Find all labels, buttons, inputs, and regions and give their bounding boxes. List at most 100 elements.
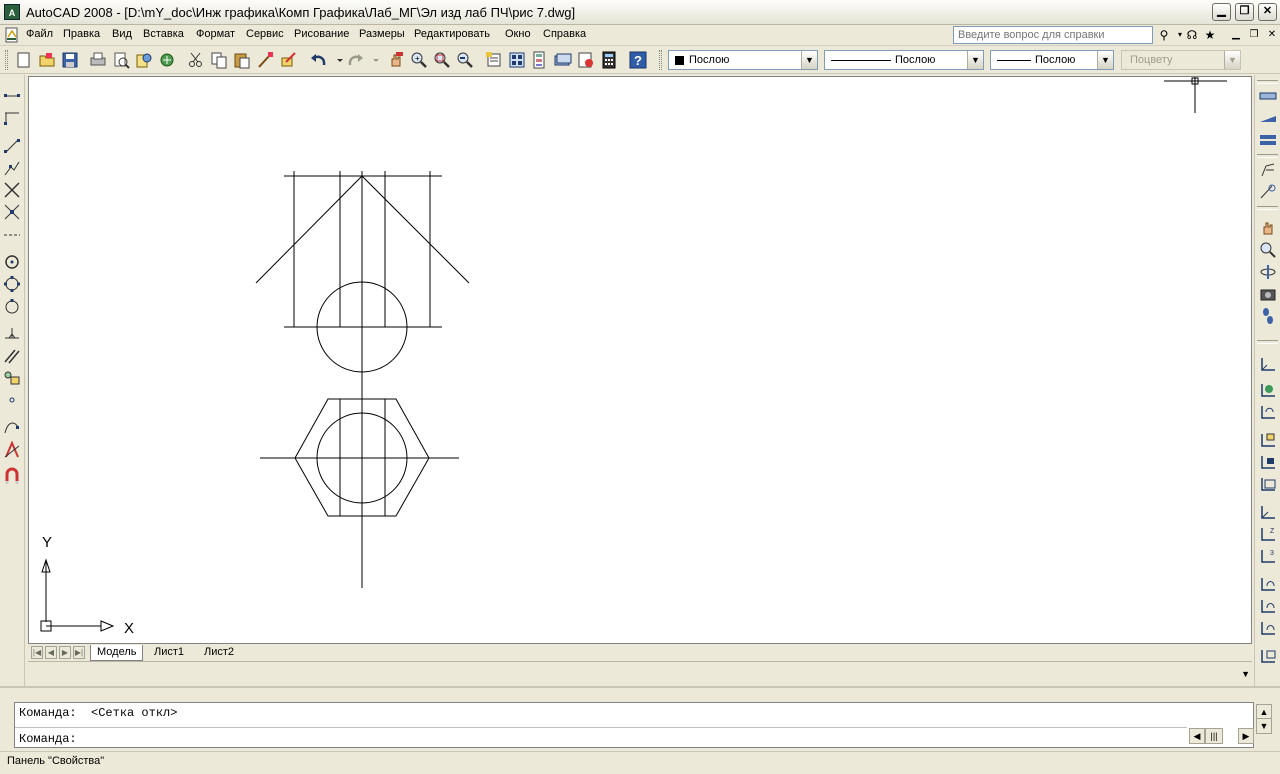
ucs-3point-icon[interactable]: 3 [1258,546,1278,566]
leader-icon[interactable] [1258,160,1278,180]
plot-icon[interactable] [88,50,108,70]
communication-center-icon[interactable]: ☊ [1184,27,1200,43]
menu-help[interactable]: Справка [543,28,586,40]
revision-cloud-icon[interactable] [2,296,22,316]
scroll-down-icon[interactable]: ▼ [1256,718,1272,734]
ucs-face-icon[interactable] [1258,430,1278,450]
menu-modify[interactable]: Редактировать [414,28,490,40]
zoom-realtime-icon[interactable]: + [409,50,429,70]
next-tab-icon[interactable]: ▶ [59,646,71,659]
ucs-icon[interactable] [1258,354,1278,374]
color-dropdown[interactable]: Послою ▼ [668,50,818,70]
publish-icon[interactable] [134,50,154,70]
lineweight-dropdown[interactable]: Послою ▼ [990,50,1114,70]
close-button[interactable]: ✕ [1258,3,1277,21]
arc-icon[interactable] [2,202,22,222]
circle-icon[interactable] [2,252,22,272]
doc-close-button[interactable]: ✕ [1264,27,1280,43]
drawing-document-icon[interactable] [4,27,20,43]
undo-icon[interactable] [309,50,329,70]
copy-icon[interactable] [209,50,229,70]
toolbar-grip[interactable] [659,50,662,70]
menu-file[interactable]: Файл [26,28,53,40]
tab-sheet2[interactable]: Лист2 [198,645,240,661]
menu-dimension[interactable]: Размеры [359,28,405,40]
new-drawing-icon[interactable] [14,50,34,70]
zoom-previous-icon[interactable] [455,50,475,70]
minimize-button[interactable]: ▁ [1212,3,1231,21]
command-box[interactable]: Команда: <Сетка откл> Команда: [14,702,1254,748]
orbit-icon[interactable] [1258,262,1278,282]
quickcalc-icon[interactable] [599,50,619,70]
open-file-icon[interactable] [37,50,57,70]
menu-draw[interactable]: Рисование [294,28,349,40]
properties-icon[interactable] [484,50,504,70]
horizontal-scrollbar[interactable]: ▼ [28,663,1252,683]
last-tab-icon[interactable]: ▶| [73,646,85,659]
doc-restore-button[interactable]: ❐ [1246,27,1262,43]
chevron-down-icon[interactable]: ▼ [967,51,983,69]
pan-realtime-icon[interactable] [386,50,406,70]
search-icon[interactable]: ⚲ [1156,27,1172,43]
toolbar-grip[interactable] [5,50,8,70]
line-icon[interactable] [2,86,22,106]
plot-preview-icon[interactable] [111,50,131,70]
polyline-icon[interactable] [2,136,22,156]
tool-palettes-icon[interactable] [530,50,550,70]
insert-block-icon[interactable] [2,368,22,388]
dashed-line-icon[interactable] [2,225,22,245]
polygon-icon[interactable] [2,158,22,178]
command-prompt[interactable]: Команда: [15,727,1187,748]
help-search-input[interactable] [953,26,1153,44]
menu-format[interactable]: Формат [196,28,235,40]
match-properties-icon[interactable] [255,50,275,70]
ucs-y-rotate-icon[interactable] [1258,596,1278,616]
aligned-dimension-icon[interactable] [1258,108,1278,128]
ucs-world-icon[interactable] [1258,380,1278,400]
scroll-down-icon[interactable]: ▼ [1241,669,1250,679]
baseline-dimension-icon[interactable] [1258,130,1278,150]
design-center-icon[interactable] [507,50,527,70]
tab-sheet1[interactable]: Лист1 [148,645,190,661]
menu-edit[interactable]: Правка [63,28,100,40]
scroll-right-icon[interactable]: ▶ [1238,728,1254,744]
linear-dimension-icon[interactable] [1258,86,1278,106]
chevron-down-icon[interactable]: ▼ [1097,51,1113,69]
ucs-z-rotate-icon[interactable] [1258,618,1278,638]
rectangle-icon[interactable] [2,180,22,200]
camera-icon[interactable] [1258,284,1278,304]
ucs-z-axis-icon[interactable]: Z [1258,524,1278,544]
spline-icon[interactable] [2,417,22,437]
prev-tab-icon[interactable]: ◀ [45,646,57,659]
donut-icon[interactable] [2,274,22,294]
walk-icon[interactable] [1258,306,1278,326]
apply-ucs-icon[interactable] [1258,646,1278,666]
zoom-window-icon[interactable] [432,50,452,70]
cut-icon[interactable] [186,50,206,70]
scroll-thumb[interactable]: ||| [1205,728,1223,744]
tolerance-icon[interactable] [1258,182,1278,202]
markup-set-manager-icon[interactable] [576,50,596,70]
ucs-origin-icon[interactable] [1258,502,1278,522]
ucs-x-rotate-icon[interactable] [1258,574,1278,594]
menu-window[interactable]: Окно [505,28,531,40]
ucs-view-icon[interactable] [1258,474,1278,494]
favorites-star-icon[interactable]: ★ [1202,27,1218,43]
construction-line-icon[interactable] [2,108,22,128]
redo-dropdown-icon[interactable] [366,50,379,70]
help-icon[interactable]: ? [628,50,648,70]
restore-button[interactable]: ❐ [1235,3,1254,21]
menu-tools[interactable]: Сервис [246,28,284,40]
menu-insert[interactable]: Вставка [143,28,184,40]
menu-view[interactable]: Вид [112,28,132,40]
first-tab-icon[interactable]: |◀ [31,646,43,659]
scroll-left-icon[interactable]: ◀ [1189,728,1205,744]
redo-icon[interactable] [345,50,365,70]
ucs-previous-icon[interactable] [1258,402,1278,422]
block-editor-icon[interactable] [278,50,298,70]
point-icon[interactable] [2,390,22,410]
magnet-icon[interactable] [2,467,22,487]
undo-dropdown-icon[interactable] [330,50,343,70]
tab-model[interactable]: Модель [90,645,144,661]
ucs-object-icon[interactable] [1258,452,1278,472]
